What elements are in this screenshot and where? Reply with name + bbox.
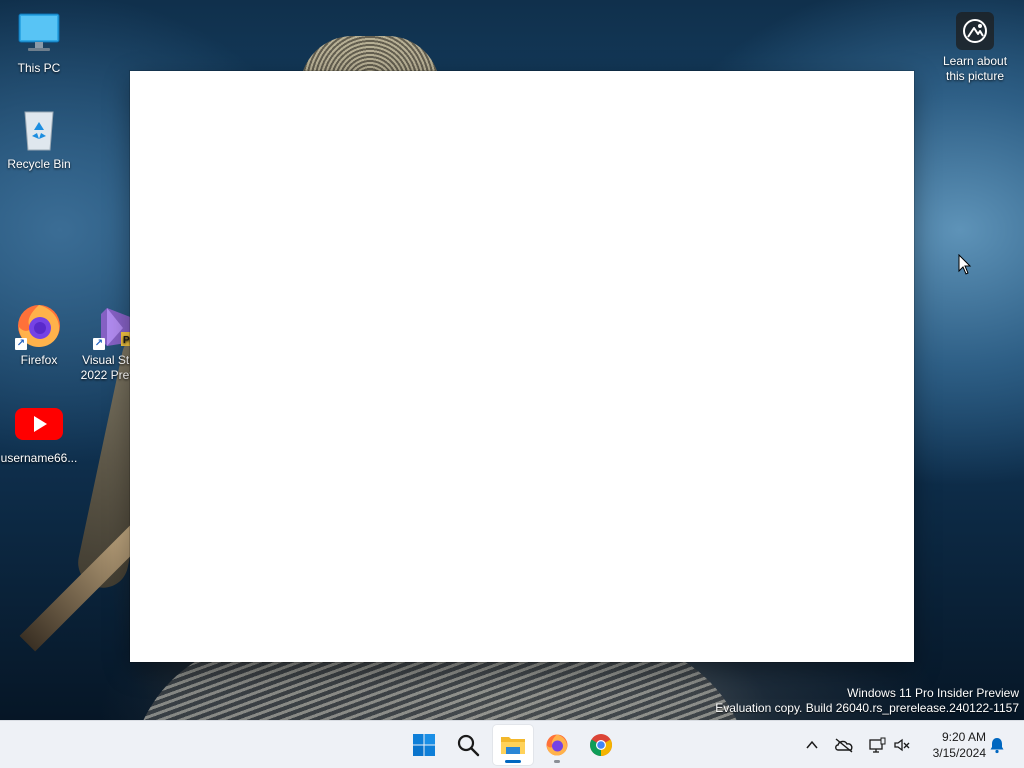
network-tray-button[interactable] — [865, 733, 889, 757]
search-icon — [457, 734, 480, 757]
evaluation-watermark: Windows 11 Pro Insider Preview Evaluatio… — [715, 686, 1019, 716]
clock-time: 9:20 AM — [941, 730, 986, 744]
shortcut-arrow-icon: ↗ — [15, 338, 27, 350]
file-explorer-icon — [501, 737, 525, 754]
onedrive-offline-icon — [835, 738, 853, 753]
search-button[interactable] — [448, 725, 488, 765]
onedrive-tray-button[interactable] — [832, 733, 856, 757]
volume-tray-button[interactable] — [890, 733, 914, 757]
watermark-line-1: Windows 11 Pro Insider Preview — [847, 686, 1019, 700]
shortcut-arrow-icon: ↗ — [93, 338, 105, 350]
network-icon — [869, 737, 886, 753]
chevron-up-icon — [806, 740, 818, 749]
monitor-icon — [15, 10, 63, 58]
notifications-button[interactable] — [985, 733, 1009, 757]
desktop-icon-label: This PC — [17, 61, 61, 75]
windows-start-icon — [413, 734, 435, 756]
desktop-icon-youtube[interactable]: username66... — [0, 400, 78, 466]
active-indicator — [505, 760, 521, 763]
mouse-cursor-icon — [958, 253, 972, 276]
youtube-icon — [15, 400, 63, 448]
show-hidden-icons-button[interactable] — [800, 733, 824, 757]
desktop-background: This PC Recycle Bin ↗ Firefox ↗ Visual S… — [0, 0, 1024, 720]
running-indicator — [554, 760, 560, 763]
volume-muted-icon — [894, 738, 910, 752]
clock-date: 3/15/2024 — [932, 746, 986, 760]
desktop-icon-this-pc[interactable]: This PC — [0, 10, 78, 76]
firefox-icon — [546, 734, 568, 756]
firefox-icon: ↗ — [15, 302, 63, 350]
clock-button[interactable]: 9:20 AM 3/15/2024 — [920, 729, 986, 761]
spotlight-icon — [956, 12, 994, 50]
desktop-icon-firefox[interactable]: ↗ Firefox — [0, 302, 78, 368]
desktop-icon-recycle-bin[interactable]: Recycle Bin — [0, 106, 78, 172]
desktop-icon-label: Recycle Bin — [7, 157, 71, 171]
taskbar: 9:20 AM 3/15/2024 — [0, 720, 1024, 768]
blank-window[interactable] — [130, 71, 914, 662]
learn-about-picture-label: Learn about this picture — [942, 54, 1008, 83]
recycle-bin-icon — [15, 106, 63, 154]
start-button[interactable] — [404, 725, 444, 765]
learn-about-picture-button[interactable]: Learn about this picture — [938, 12, 1012, 84]
watermark-line-2: Evaluation copy. Build 26040.rs_prerelea… — [715, 701, 1019, 715]
firefox-taskbar-button[interactable] — [537, 725, 577, 765]
chrome-icon — [590, 734, 612, 756]
file-explorer-taskbar-button[interactable] — [493, 725, 533, 765]
desktop-icon-label: username66... — [0, 451, 78, 465]
desktop-icon-label: Firefox — [20, 353, 58, 367]
notification-bell-icon — [990, 738, 1004, 754]
chrome-taskbar-button[interactable] — [581, 725, 621, 765]
